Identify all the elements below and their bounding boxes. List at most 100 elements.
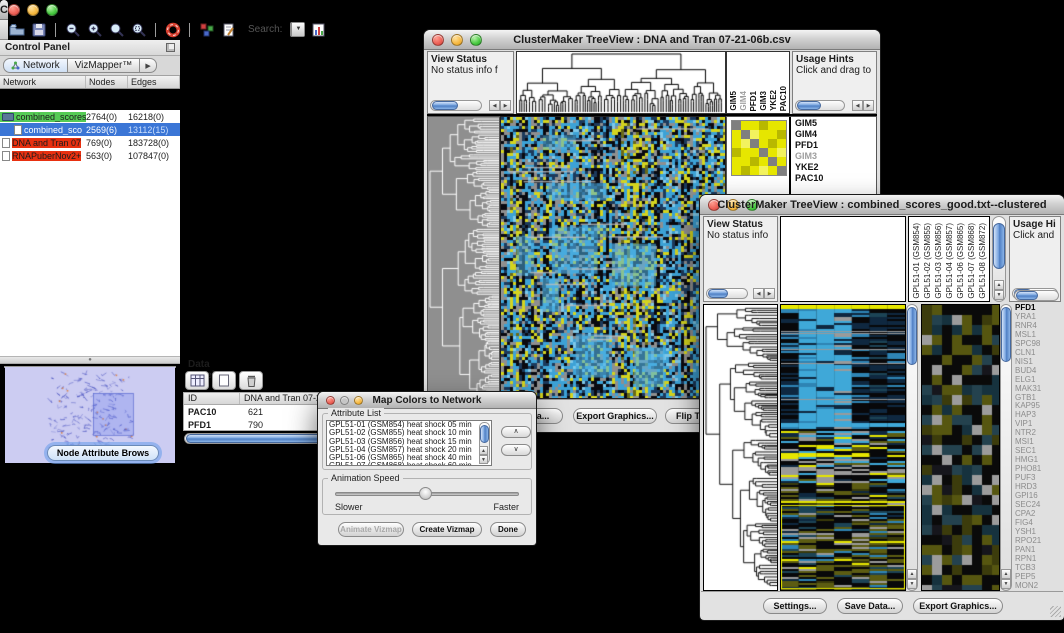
tab-overflow-button[interactable]: ▶ <box>140 58 156 73</box>
gene-label[interactable]: GIM5 <box>795 118 823 129</box>
treeview1-titlebar[interactable]: ClusterMaker TreeView : DNA and Tran 07-… <box>424 30 880 50</box>
heatmap-canvas[interactable] <box>501 117 725 398</box>
annotation-icon[interactable] <box>220 21 237 38</box>
column-label[interactable]: YKE2 <box>769 90 779 111</box>
column-header-network[interactable]: Network <box>0 76 86 88</box>
search-input[interactable]: ▼ <box>290 22 305 37</box>
scroll-down-button[interactable]: ▼ <box>1001 579 1011 589</box>
chart-tool-icon[interactable] <box>310 21 327 38</box>
export-graphics-button[interactable]: Export Graphics... <box>913 598 1003 614</box>
tab-vizmapper[interactable]: VizMapper™ <box>68 58 141 73</box>
node-attribute-browser-button[interactable]: Node Attribute Brows <box>47 445 159 461</box>
scroll-right-button[interactable]: ▶ <box>863 100 874 111</box>
vertical-scrollbar[interactable]: ▲▼ <box>479 422 490 464</box>
column-labels-panel[interactable]: GPL51-01 (GSM854)GPL51-02 (GSM855)GPL51-… <box>908 216 990 302</box>
speed-slider-thumb[interactable] <box>419 487 432 500</box>
resize-grip[interactable] <box>1050 606 1061 617</box>
horizontal-scrollbar[interactable] <box>706 288 748 299</box>
row-dendrogram-panel[interactable] <box>427 116 500 399</box>
attribute-item[interactable]: GPL51-07 (GSM868) heat shock 60 min <box>327 462 491 466</box>
done-button[interactable]: Done <box>490 522 526 537</box>
modules-icon[interactable] <box>198 21 215 38</box>
gene-label[interactable]: PFD1 <box>795 140 823 151</box>
move-up-button[interactable]: ∧ <box>501 426 531 438</box>
help-lifesaver-icon[interactable] <box>164 21 181 38</box>
network-row[interactable]: combined_scores2764(0)16218(0) <box>0 110 180 123</box>
gene-label[interactable]: GIM4 <box>795 129 823 140</box>
horizontal-scrollbar[interactable] <box>1014 290 1059 301</box>
scroll-down-button[interactable]: ▼ <box>994 290 1004 300</box>
column-label[interactable]: GPL51-04 (GSM857) <box>944 223 955 299</box>
zoom-out-icon[interactable] <box>64 21 81 38</box>
network-row[interactable]: RNAPuberNov2+563(0)107847(0) <box>0 149 180 162</box>
scrollbar-thumb[interactable] <box>480 425 489 443</box>
horizontal-scrollbar[interactable] <box>795 100 845 111</box>
column-label[interactable]: GPL51-06 (GSM865) <box>955 223 966 299</box>
zoom-heatmap-canvas[interactable] <box>922 305 999 590</box>
scrollbar-thumb[interactable] <box>1001 307 1011 362</box>
vertical-scrollbar[interactable]: ▲▼ <box>1000 304 1012 591</box>
column-header-id[interactable]: ID <box>184 393 240 404</box>
column-header-edges[interactable]: Edges <box>128 76 180 88</box>
heatmap-panel[interactable] <box>500 116 726 399</box>
row-dendrogram-panel[interactable] <box>703 304 778 591</box>
vertical-scrollbar[interactable]: ▲▼ <box>906 304 918 591</box>
minimize-button[interactable] <box>27 4 39 16</box>
column-label[interactable]: GPL51-07 (GSM868) <box>966 223 977 299</box>
attribute-list[interactable]: ▲▼ GPL51-01 (GSM854) heat shock 05 minGP… <box>326 420 492 466</box>
column-label[interactable]: GPL51-03 (GSM856) <box>933 223 944 299</box>
scroll-left-button[interactable]: ◀ <box>489 100 500 111</box>
zoom-fit-icon[interactable] <box>130 21 147 38</box>
heatmap-panel[interactable] <box>780 304 906 591</box>
scroll-down-button[interactable]: ▼ <box>479 455 488 464</box>
gene-label[interactable]: MON2 <box>1015 582 1061 591</box>
tab-network[interactable]: Network <box>3 58 68 73</box>
animate-vizmap-button[interactable]: Animate Vizmap <box>338 522 404 537</box>
gene-label[interactable]: PAC10 <box>795 173 823 184</box>
close-button[interactable] <box>8 4 20 16</box>
open-file-icon[interactable] <box>8 21 25 38</box>
column-label[interactable]: GIM4 <box>739 91 749 111</box>
float-panel-icon[interactable] <box>166 43 175 52</box>
scroll-right-button[interactable]: ▶ <box>764 288 775 299</box>
column-header-nodes[interactable]: Nodes <box>86 76 128 88</box>
move-down-button[interactable]: ∨ <box>501 444 531 456</box>
scroll-left-button[interactable]: ◀ <box>852 100 863 111</box>
export-graphics-button[interactable]: Export Graphics... <box>573 408 657 424</box>
scroll-up-button[interactable]: ▲ <box>479 446 488 455</box>
gene-label[interactable]: YKE2 <box>795 162 823 173</box>
scrollbar-thumb[interactable] <box>1016 291 1038 300</box>
scroll-right-button[interactable]: ▶ <box>500 100 511 111</box>
zoom-selected-icon[interactable] <box>108 21 125 38</box>
tv1-mini-heatmap[interactable] <box>731 120 787 176</box>
scroll-up-button[interactable]: ▲ <box>907 569 917 579</box>
column-label[interactable]: PFD1 <box>749 91 759 111</box>
column-label[interactable]: GPL51-02 (GSM855) <box>922 223 933 299</box>
scroll-left-button[interactable]: ◀ <box>753 288 764 299</box>
save-data-button[interactable]: Save Data... <box>837 598 903 614</box>
network-row[interactable]: DNA and Tran 07769(0)183728(0) <box>0 136 180 149</box>
zoom-heatmap-panel[interactable] <box>921 304 1000 591</box>
cytoscape-titlebar[interactable]: Cytoscape Desktop (Session Name: collins… <box>0 0 8 20</box>
row-dendrogram-canvas[interactable] <box>704 305 777 590</box>
column-dendrogram-panel[interactable] <box>780 216 906 302</box>
search-dropdown-button[interactable]: ▼ <box>291 23 304 36</box>
delete-attribute-button[interactable] <box>239 371 263 390</box>
zoom-in-icon[interactable] <box>86 21 103 38</box>
panel-splitter[interactable]: ● <box>0 356 180 364</box>
gene-label[interactable]: GIM3 <box>795 151 823 162</box>
scrollbar-thumb[interactable] <box>432 101 458 110</box>
heatmap-canvas[interactable] <box>781 305 905 590</box>
new-attribute-button[interactable] <box>212 371 236 390</box>
column-labels-panel[interactable]: GIM5GIM4PFD1GIM3YKE2PAC10 <box>726 51 790 114</box>
column-label[interactable]: GPL51-01 (GSM854) <box>911 223 922 299</box>
column-label[interactable]: GPL51-08 (GSM872) <box>977 223 988 299</box>
select-attributes-button[interactable] <box>185 371 209 390</box>
column-dendrogram-canvas[interactable] <box>517 52 725 113</box>
save-icon[interactable] <box>30 21 47 38</box>
scroll-down-button[interactable]: ▼ <box>907 579 917 589</box>
scrollbar-thumb[interactable] <box>708 289 728 298</box>
treeview2-titlebar[interactable]: ClusterMaker TreeView : combined_scores_… <box>700 195 1064 215</box>
column-label[interactable]: PAC10 <box>779 86 789 111</box>
row-dendrogram-canvas[interactable] <box>428 117 499 398</box>
